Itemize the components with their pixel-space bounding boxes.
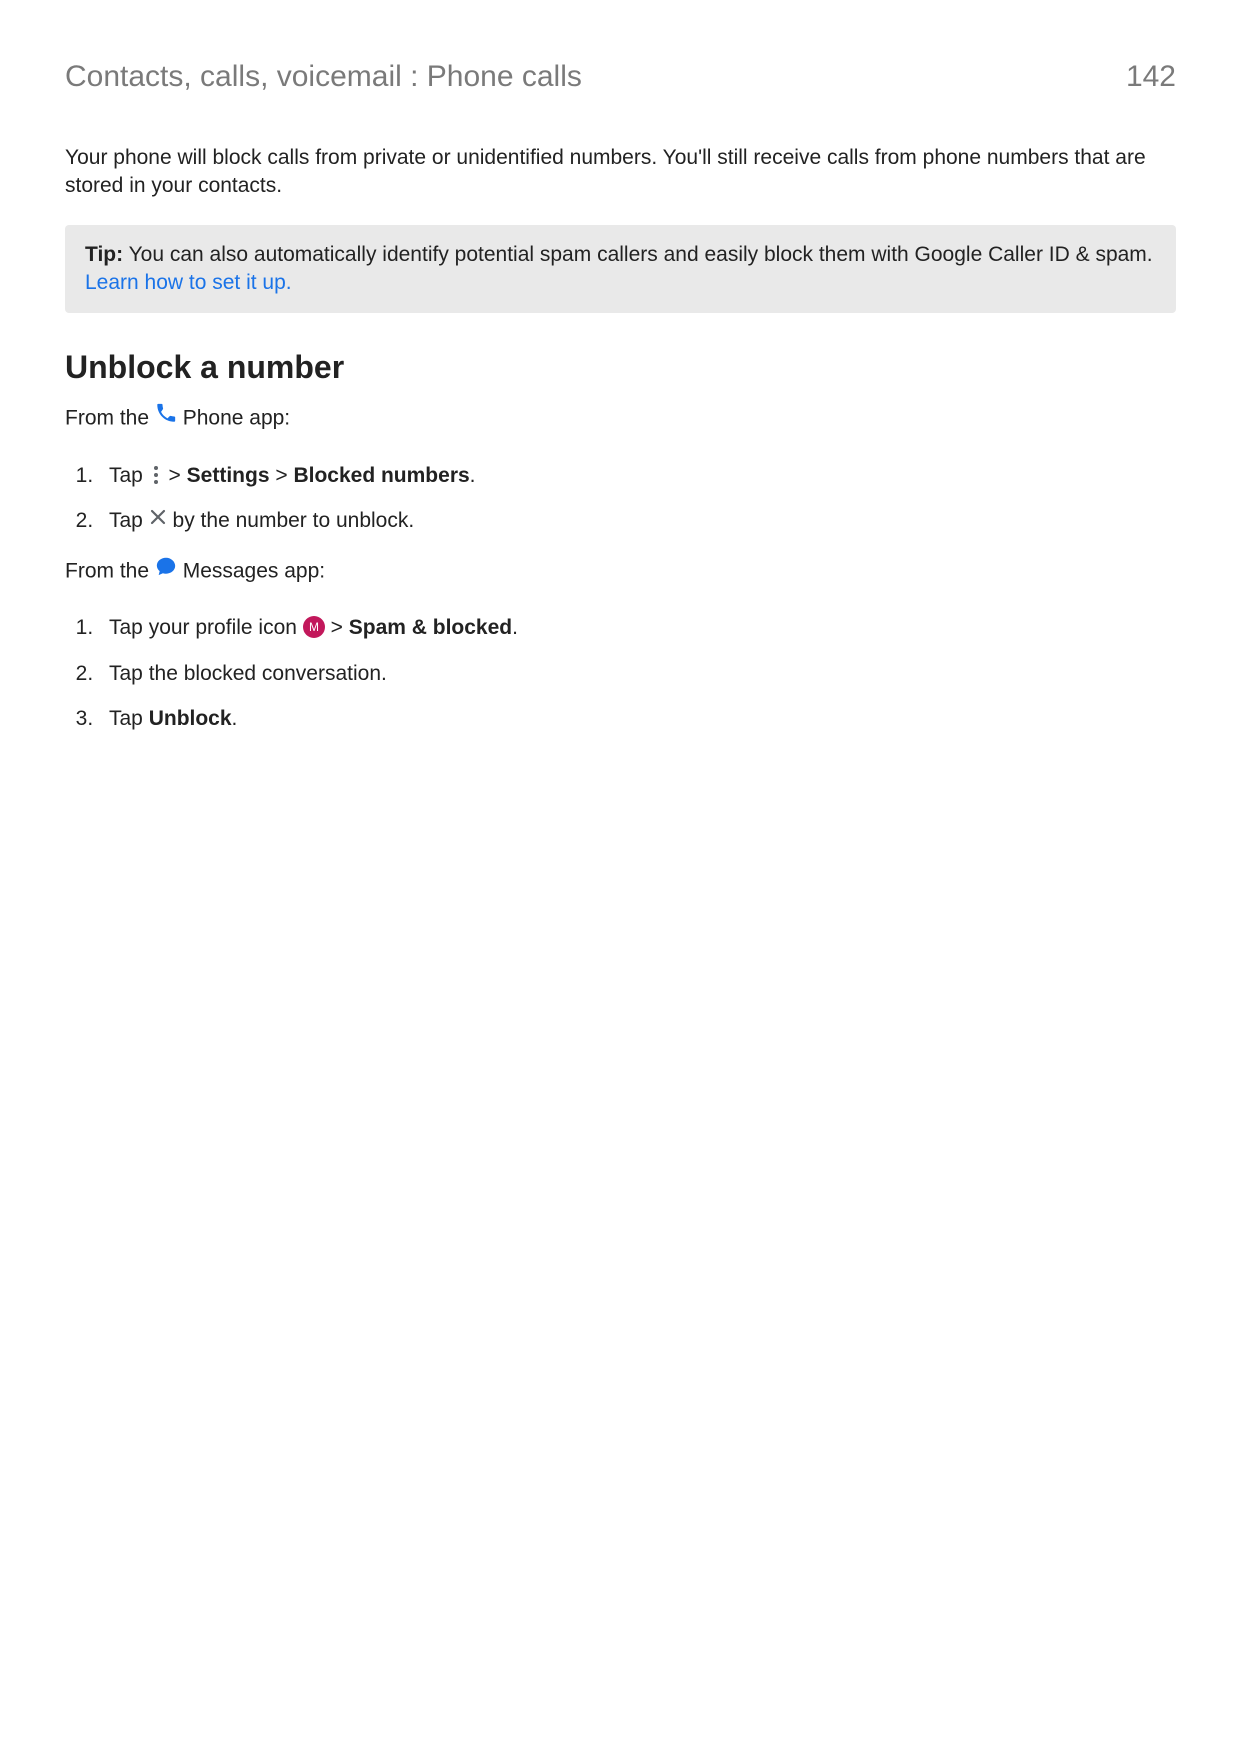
period: . [470, 464, 476, 487]
breadcrumb: Contacts, calls, voicemail : Phone calls [65, 60, 582, 94]
phone-steps-list: Tap > Settings > Blocked numbers. Tap by… [65, 459, 1176, 539]
messages-icon [155, 555, 177, 585]
messages-step-2: Tap the blocked conversation. [99, 657, 1176, 691]
tip-callout: Tip: You can also automatically identify… [65, 225, 1176, 314]
messages-steps-list: Tap your profile icon M > Spam & blocked… [65, 611, 1176, 736]
more-icon [149, 463, 163, 485]
step-text: Tap your profile icon [109, 616, 303, 639]
messages-app-lead: From the Messages app: [65, 557, 1176, 587]
step-text: Tap [109, 464, 149, 487]
tip-text: You can also automatically identify pote… [123, 243, 1153, 266]
intro-paragraph: Your phone will block calls from private… [65, 144, 1176, 201]
avatar-icon: M [303, 615, 325, 637]
phone-step-1: Tap > Settings > Blocked numbers. [99, 459, 1176, 493]
page-header: Contacts, calls, voicemail : Phone calls… [65, 60, 1176, 94]
spam-blocked-label: Spam & blocked [349, 616, 512, 639]
step-text: Tap [109, 509, 149, 532]
step-text: Tap [109, 707, 149, 730]
page-number: 142 [1126, 60, 1176, 94]
svg-text:M: M [309, 620, 319, 634]
sep: > [275, 464, 293, 487]
lead-text: From the [65, 559, 155, 582]
step-text: Tap the blocked conversation. [109, 662, 387, 685]
period: . [512, 616, 518, 639]
unblock-label: Unblock [149, 707, 232, 730]
step-suffix: by the number to unblock. [173, 509, 415, 532]
lead-suffix: Messages app: [183, 559, 325, 582]
sep: > [169, 464, 187, 487]
sep: > [331, 616, 349, 639]
tip-label: Tip: [85, 243, 123, 266]
messages-step-1: Tap your profile icon M > Spam & blocked… [99, 611, 1176, 645]
section-heading: Unblock a number [65, 349, 1176, 386]
close-icon [149, 503, 167, 537]
settings-label: Settings [187, 464, 270, 487]
phone-icon [155, 402, 177, 432]
lead-text: From the [65, 407, 155, 430]
messages-step-3: Tap Unblock. [99, 702, 1176, 736]
phone-step-2: Tap by the number to unblock. [99, 504, 1176, 538]
period: . [232, 707, 238, 730]
tip-link[interactable]: Learn how to set it up. [85, 271, 292, 294]
blocked-numbers-label: Blocked numbers [293, 464, 469, 487]
phone-app-lead: From the Phone app: [65, 404, 1176, 434]
lead-suffix: Phone app: [183, 407, 290, 430]
